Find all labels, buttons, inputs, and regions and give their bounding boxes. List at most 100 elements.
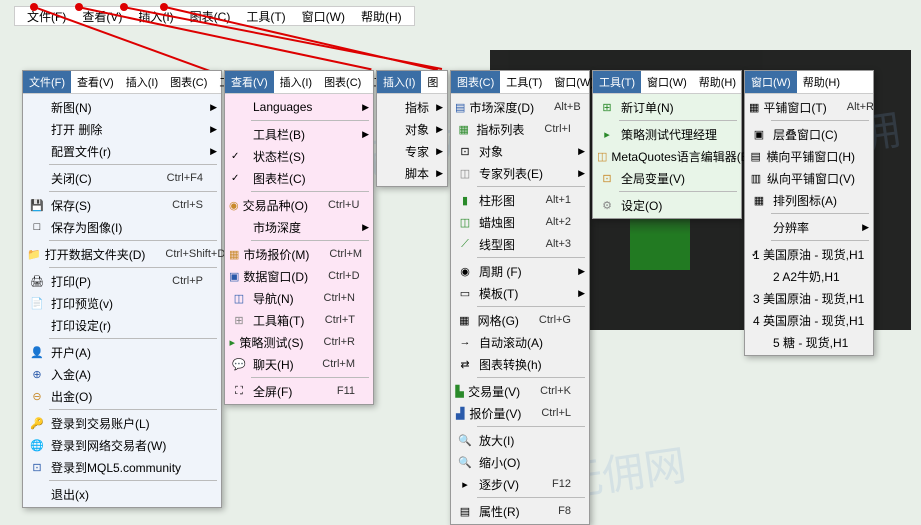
menu-item[interactable]: ▸策略测试(S)Ctrl+R [225, 331, 373, 353]
menu-item[interactable]: ▤属性(R)F8 [451, 500, 589, 522]
menu-item[interactable]: 3 美国原油 - 现货,H1 [745, 287, 873, 309]
tab-help[interactable]: 帮助(H) [693, 71, 742, 93]
menu-item-label: 属性(R) [475, 503, 538, 520]
menu-item[interactable]: ✓1 美国原油 - 现货,H1 [745, 243, 873, 265]
menu-item[interactable]: 🔍缩小(O) [451, 451, 589, 473]
menu-separator [477, 186, 585, 187]
top-menu-help[interactable]: 帮助(H) [353, 6, 410, 27]
menu-item[interactable]: ▤横向平铺窗口(H) [745, 145, 873, 167]
menu-item[interactable]: ◉周期 (F)▶ [451, 260, 589, 282]
menu-shortcut: Ctrl+G [519, 314, 571, 326]
menu-item[interactable]: 指标▶ [377, 96, 447, 118]
menu-item[interactable]: ⊞新订单(N) [593, 96, 741, 118]
menu-item[interactable]: ▦平铺窗口(T)Alt+R [745, 96, 873, 118]
menu-item[interactable]: ⊡登录到MQL5.community [23, 456, 221, 478]
menu-icon-empty [229, 99, 249, 115]
menu-item[interactable]: ◫蜡烛图Alt+2 [451, 211, 589, 233]
menu-item[interactable]: 市场深度▶ [225, 216, 373, 238]
menu-item[interactable]: 2 A2牛奶,H1 [745, 265, 873, 287]
menu-item[interactable]: 🔍放大(I) [451, 429, 589, 451]
tab-window[interactable]: 窗口(W) [641, 71, 693, 93]
tab-window[interactable]: 窗口(W) [745, 71, 797, 93]
menu-item[interactable]: ⇄图表转换(h) [451, 353, 589, 375]
menu-item[interactable]: ⛶全屏(F)F11 [225, 380, 373, 402]
menu-item[interactable]: ◫专家列表(E)▶ [451, 162, 589, 184]
menu-item[interactable]: 工具栏(B)▶ [225, 123, 373, 145]
top-menu-tools[interactable]: 工具(T) [238, 6, 293, 27]
tab-insert[interactable]: 插入(I) [377, 71, 421, 93]
menu-item[interactable]: ▭模板(T)▶ [451, 282, 589, 304]
menu-item[interactable]: ⚙设定(O) [593, 194, 741, 216]
menu-item-label: 对象 [475, 143, 571, 160]
menu-item[interactable]: 配置文件(r)▶ [23, 140, 221, 162]
menu-item[interactable]: 👤开户(A) [23, 341, 221, 363]
menu-item[interactable]: ⟋线型图Alt+3 [451, 233, 589, 255]
menu-item[interactable]: ⊞工具箱(T)Ctrl+T [225, 309, 373, 331]
menu-tabs: 文件(F) 查看(V) 插入(I) 图表(C) 工具(T) [23, 71, 221, 94]
menu-item[interactable]: ◫导航(N)Ctrl+N [225, 287, 373, 309]
menu-item[interactable]: 💬聊天(H)Ctrl+M [225, 353, 373, 375]
tab-view[interactable]: 查看(V) [225, 71, 274, 93]
menu-item[interactable]: ▦市场报价(M)Ctrl+M [225, 243, 373, 265]
submenu-arrow-icon: ▶ [578, 266, 585, 277]
menu-icon: ▥ [749, 170, 763, 186]
menu-item[interactable]: ⊕入金(A) [23, 363, 221, 385]
menu-item[interactable]: ⊡全局变量(V) [593, 167, 741, 189]
menu-item[interactable]: ✓状态栏(S) [225, 145, 373, 167]
menu-item-label: 线型图 [475, 236, 526, 253]
menu-item[interactable]: ◉交易品种(O)Ctrl+U [225, 194, 373, 216]
tab-help[interactable]: 帮助(H) [797, 71, 846, 93]
menu-item[interactable]: ▥纵向平铺窗口(V) [745, 167, 873, 189]
tab-insert[interactable]: 插入(I) [120, 71, 164, 93]
menu-item[interactable]: →自动滚动(A) [451, 331, 589, 353]
menu-item[interactable]: 打印设定(r) [23, 314, 221, 336]
menu-item-label: 3 美国原油 - 现货,H1 [749, 290, 864, 307]
menu-item[interactable]: ▮柱形图Alt+1 [451, 189, 589, 211]
tab-view[interactable]: 查看(V) [71, 71, 120, 93]
menu-item[interactable]: 🔑登录到交易账户(L) [23, 412, 221, 434]
menu-item[interactable]: ⊖出金(O) [23, 385, 221, 407]
menu-item[interactable]: 4 英国原油 - 现货,H1 [745, 309, 873, 331]
menu-item[interactable]: ▸策略测试代理经理 [593, 123, 741, 145]
menu-item[interactable]: 5 糖 - 现货,H1 [745, 331, 873, 353]
menu-item[interactable]: 💾保存(S)Ctrl+S [23, 194, 221, 216]
top-menu-window[interactable]: 窗口(W) [294, 6, 353, 27]
menu-item[interactable]: ⊡对象▶ [451, 140, 589, 162]
menu-item[interactable]: □保存为图像(I) [23, 216, 221, 238]
menu-item[interactable]: 打开 删除▶ [23, 118, 221, 140]
tab-insert[interactable]: 插入(I) [274, 71, 318, 93]
menu-item[interactable]: 📄打印预览(v) [23, 292, 221, 314]
menu-item[interactable]: 分辨率▶ [745, 216, 873, 238]
tab-chart[interactable]: 图表(C) [318, 71, 367, 93]
tab-tools[interactable]: 工具(T) [500, 71, 548, 93]
menu-item[interactable]: ▟报价量(V)Ctrl+L [451, 402, 589, 424]
menu-item[interactable]: ▦网格(G)Ctrl+G [451, 309, 589, 331]
menu-item[interactable]: ▣层叠窗口(C) [745, 123, 873, 145]
menu-item[interactable]: ▣数据窗口(D)Ctrl+D [225, 265, 373, 287]
menu-item-label: MetaQuotes语言编辑器(E) [607, 148, 752, 165]
menu-item[interactable]: 🖨打印(P)Ctrl+P [23, 270, 221, 292]
menu-item[interactable]: ▦指标列表Ctrl+I [451, 118, 589, 140]
menu-item[interactable]: 关闭(C)Ctrl+F4 [23, 167, 221, 189]
menu-item[interactable]: ▤市场深度(D)Alt+B [451, 96, 589, 118]
menu-item[interactable]: ▙交易量(V)Ctrl+K [451, 380, 589, 402]
menu-item[interactable]: ✓图表栏(C) [225, 167, 373, 189]
menu-item[interactable]: ▦排列图标(A) [745, 189, 873, 211]
tab-chart[interactable]: 图 [421, 71, 444, 93]
menu-item[interactable]: 📁打开数据文件夹(D)Ctrl+Shift+D [23, 243, 221, 265]
tab-file[interactable]: 文件(F) [23, 71, 71, 93]
menu-item[interactable]: 对象▶ [377, 118, 447, 140]
tab-tools[interactable]: 工具(T) [593, 71, 641, 93]
top-menu-file[interactable]: 文件(F) [19, 6, 74, 27]
menu-item[interactable]: ◫MetaQuotes语言编辑器(E) [593, 145, 741, 167]
menu-icon-empty [229, 219, 249, 235]
menu-item[interactable]: 脚本▶ [377, 162, 447, 184]
menu-item[interactable]: 🌐登录到网络交易者(W) [23, 434, 221, 456]
menu-item[interactable]: ▸逐步(V)F12 [451, 473, 589, 495]
tab-chart[interactable]: 图表(C) [164, 71, 213, 93]
tab-chart[interactable]: 图表(C) [451, 71, 500, 93]
menu-item[interactable]: 专家▶ [377, 140, 447, 162]
menu-item[interactable]: Languages▶ [225, 96, 373, 118]
menu-item[interactable]: 退出(x) [23, 483, 221, 505]
menu-item[interactable]: 新图(N)▶ [23, 96, 221, 118]
